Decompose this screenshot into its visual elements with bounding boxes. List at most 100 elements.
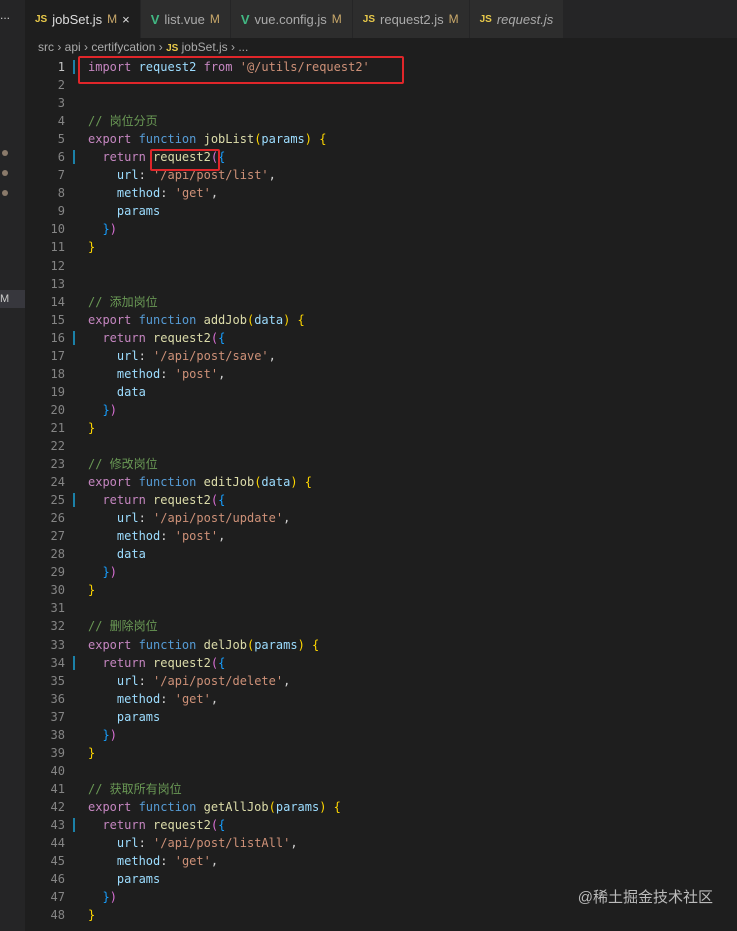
line-number: 18 <box>50 366 65 381</box>
line-number: 42 <box>50 799 65 814</box>
code-token: : <box>160 366 175 381</box>
breadcrumb-item[interactable]: src <box>38 40 54 54</box>
chevron-right-icon: › <box>155 40 167 54</box>
line-text: export function getAllJob(params) { <box>88 798 341 816</box>
code-line: 5 export function jobList(params) { <box>25 130 737 148</box>
code-token: // 添加岗位 <box>88 294 158 309</box>
code-token: ) { <box>290 475 313 490</box>
line-text: export function delJob(params) { <box>88 636 319 654</box>
code-token: '/api/post/save' <box>153 348 269 363</box>
code-line: 29 }) <box>25 563 737 581</box>
tab-vue-config-js[interactable]: Vvue.config.js M <box>230 0 353 38</box>
code-token: export <box>88 799 139 814</box>
code-token: '/api/post/listAll' <box>153 836 291 851</box>
code-token: '/api/post/update' <box>153 511 284 526</box>
code-token: ) <box>109 402 117 417</box>
code-token: , <box>268 168 276 183</box>
code-line: 26 url: '/api/post/update', <box>25 509 737 527</box>
code-token: ( <box>268 799 276 814</box>
line-text: } <box>88 238 95 256</box>
breadcrumb-item[interactable]: api <box>65 40 81 54</box>
chevron-right-icon: › <box>227 40 239 54</box>
code-line: 41 // 获取所有岗位 <box>25 780 737 798</box>
code-token: : <box>160 691 175 706</box>
code-token: return <box>102 330 154 345</box>
code-token: } <box>102 727 110 742</box>
code-token: data <box>116 384 146 399</box>
code-token: : <box>160 529 175 544</box>
code-token: url <box>116 348 139 363</box>
code-line: 22 <box>25 437 737 455</box>
code-token: { <box>218 817 226 832</box>
modified-indicator: M <box>209 12 220 26</box>
code-line: 7 url: '/api/post/list', <box>25 166 737 184</box>
code-line: 18 method: 'post', <box>25 365 737 383</box>
line-number: 19 <box>50 384 65 399</box>
line-number: 20 <box>50 402 65 417</box>
line-number: 14 <box>50 294 65 309</box>
code-token: } <box>102 890 110 905</box>
code-line: 48} <box>25 906 737 924</box>
line-number: 33 <box>50 637 65 652</box>
tab-list-vue[interactable]: Vlist.vue M <box>140 0 231 38</box>
line-text: } <box>88 744 95 762</box>
code-token: } <box>102 402 110 417</box>
line-number: 44 <box>50 836 65 851</box>
modified-gutter-marker <box>73 60 75 74</box>
code-token: // 删除岗位 <box>88 619 158 634</box>
line-text: // 添加岗位 <box>88 293 158 311</box>
more-icon[interactable]: ... <box>0 8 10 22</box>
code-token: jobList <box>203 132 255 147</box>
line-text: url: '/api/post/update', <box>88 509 290 527</box>
breadcrumb-item[interactable]: ... <box>238 40 248 54</box>
close-icon[interactable]: × <box>122 12 130 27</box>
line-text: method: 'get', <box>88 184 218 202</box>
code-token: function <box>138 475 204 490</box>
dot-icon <box>2 190 8 196</box>
modified-indicator: M <box>107 12 118 26</box>
code-token: } <box>88 583 96 598</box>
tab-request2-js[interactable]: JS request2.js M <box>352 0 470 38</box>
chevron-right-icon: › <box>54 40 65 54</box>
line-number: 35 <box>50 673 65 688</box>
highlight-box-request2 <box>150 149 220 171</box>
code-line: 39} <box>25 744 737 762</box>
line-number: 28 <box>50 547 65 562</box>
line-number: 48 <box>50 908 65 923</box>
activity-sidebar: ... M <box>0 0 25 931</box>
code-token: method <box>116 366 161 381</box>
line-number: 30 <box>50 583 65 598</box>
code-token: // 修改岗位 <box>88 457 158 472</box>
tab-request-js[interactable]: JS request.js <box>469 0 565 38</box>
code-token: } <box>88 420 96 435</box>
line-number: 13 <box>50 276 65 291</box>
code-token: data <box>254 312 284 327</box>
code-line: 35 url: '/api/post/delete', <box>25 672 737 690</box>
line-text: }) <box>88 563 116 581</box>
breadcrumb-item[interactable]: certifycation <box>91 40 155 54</box>
code-token: , <box>210 691 219 706</box>
line-text: return request2({ <box>88 654 225 672</box>
line-number: 43 <box>50 817 65 832</box>
line-text: method: 'post', <box>88 365 225 383</box>
vue-file-icon: V <box>150 11 160 27</box>
code-token: url <box>116 511 139 526</box>
tab-jobSet-js[interactable]: JS jobSet.js M × <box>25 0 141 38</box>
code-token: function <box>138 312 204 327</box>
breadcrumb-item[interactable]: jobSet.js <box>182 40 228 54</box>
line-text: // 删除岗位 <box>88 617 158 635</box>
code-editor[interactable]: 1 import request2 from '@/utils/request2'… <box>25 58 737 924</box>
line-text: }) <box>88 220 117 238</box>
code-token: ) <box>109 222 117 237</box>
line-text: return request2({ <box>88 329 225 347</box>
code-token: : <box>160 854 175 869</box>
line-number: 3 <box>57 96 65 111</box>
line-text: export function editJob(data) { <box>88 473 312 491</box>
line-text: } <box>88 581 95 599</box>
